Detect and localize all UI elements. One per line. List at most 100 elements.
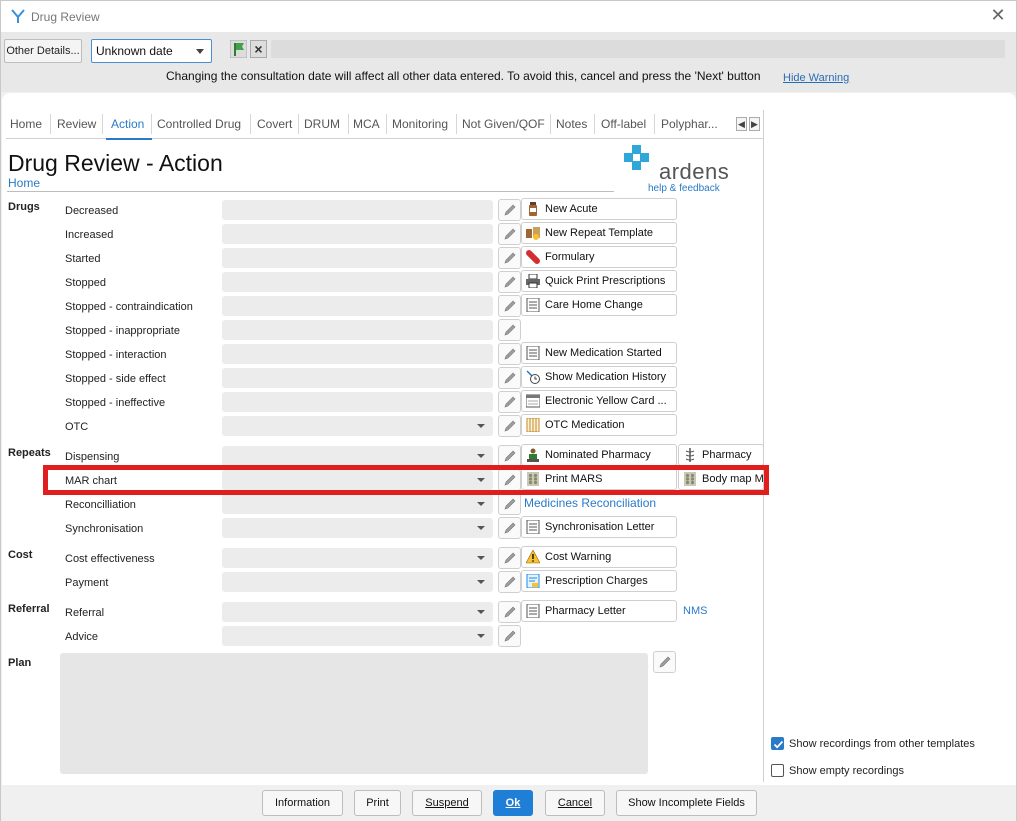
dispensing-dropdown[interactable]: [222, 446, 493, 466]
started-field[interactable]: [222, 248, 493, 268]
pencil-icon[interactable]: [498, 571, 521, 593]
stopped-field[interactable]: [222, 272, 493, 292]
chevron-down-icon: [477, 502, 485, 506]
clear-date-icon[interactable]: ×: [250, 40, 267, 58]
document-icon: [526, 298, 540, 312]
tab-home[interactable]: Home: [10, 117, 42, 131]
referral-dropdown[interactable]: [222, 602, 493, 622]
help-feedback-link[interactable]: help & feedback: [648, 183, 720, 194]
pencil-icon[interactable]: [498, 601, 521, 623]
pencil-icon[interactable]: [498, 343, 521, 365]
pencil-icon[interactable]: [498, 517, 521, 539]
medicine-repeat-icon: [526, 227, 540, 240]
new-repeat-template-button[interactable]: New Repeat Template: [521, 222, 677, 244]
stopped-ineffective-field[interactable]: [222, 392, 493, 412]
care-home-change-button[interactable]: Care Home Change: [521, 294, 677, 316]
other-details-button[interactable]: Other Details...: [4, 39, 82, 63]
caduceus-icon: [685, 448, 695, 462]
hide-warning-link[interactable]: Hide Warning: [783, 72, 849, 84]
consultation-date-select[interactable]: Unknown date: [91, 39, 212, 63]
otc-dropdown[interactable]: [222, 416, 493, 436]
tab-scroll-left-icon[interactable]: ◀: [736, 117, 747, 131]
pharmacy-person-icon: [527, 448, 539, 462]
pencil-icon[interactable]: [498, 625, 521, 647]
pharmacy-button[interactable]: Pharmacy: [678, 444, 764, 466]
pencil-icon[interactable]: [653, 651, 676, 673]
chevron-down-icon: [477, 580, 485, 584]
ok-button[interactable]: Ok: [493, 790, 533, 816]
pencil-icon[interactable]: [498, 445, 521, 467]
close-icon[interactable]: ✕: [989, 6, 1007, 24]
information-button[interactable]: Information: [262, 790, 343, 816]
advice-dropdown[interactable]: [222, 626, 493, 646]
quick-print-prescriptions-button[interactable]: Quick Print Prescriptions: [521, 270, 677, 292]
medicines-reconciliation-link[interactable]: Medicines Reconciliation: [524, 496, 656, 510]
stopped-interaction-field[interactable]: [222, 344, 493, 364]
tab-review[interactable]: Review: [57, 117, 96, 131]
chevron-down-icon: [477, 454, 485, 458]
pill-icon: [526, 250, 540, 264]
cost-effectiveness-dropdown[interactable]: [222, 548, 493, 568]
show-empty-recordings-checkbox[interactable]: [771, 764, 784, 777]
decreased-field[interactable]: [222, 200, 493, 220]
tab-notes[interactable]: Notes: [556, 117, 587, 131]
print-button[interactable]: Print: [354, 790, 401, 816]
tab-separator: [151, 114, 152, 134]
tab-off-label[interactable]: Off-label: [601, 117, 646, 131]
tab-separator: [102, 114, 103, 134]
pencil-icon[interactable]: [498, 247, 521, 269]
synchronisation-dropdown[interactable]: [222, 518, 493, 538]
otc-medication-button[interactable]: OTC Medication: [521, 414, 677, 436]
stopped-side-effect-field[interactable]: [222, 368, 493, 388]
tab-not-given-qof[interactable]: Not Given/QOF: [462, 117, 545, 131]
home-link[interactable]: Home: [8, 176, 40, 190]
electronic-yellow-card-button[interactable]: Electronic Yellow Card ...: [521, 390, 677, 412]
tab-action[interactable]: Action: [111, 117, 144, 131]
prescription-charges-button[interactable]: Prescription Charges: [521, 570, 677, 592]
checkmark-icon: [773, 740, 784, 749]
show-other-templates-checkbox[interactable]: [771, 737, 784, 750]
pencil-icon[interactable]: [498, 199, 521, 221]
nominated-pharmacy-button[interactable]: Nominated Pharmacy: [521, 444, 677, 466]
tab-mca[interactable]: MCA: [353, 117, 380, 131]
formulary-button[interactable]: Formulary: [521, 246, 677, 268]
stopped-contraindication-field[interactable]: [222, 296, 493, 316]
suspend-button[interactable]: Suspend: [412, 790, 482, 816]
section-drugs: Drugs: [8, 201, 40, 213]
row-label-dispensing: Dispensing: [65, 451, 120, 463]
pencil-icon[interactable]: [498, 547, 521, 569]
plan-textarea[interactable]: [60, 653, 648, 774]
tab-covert[interactable]: Covert: [257, 117, 292, 131]
date-warning-text: Changing the consultation date will affe…: [166, 69, 761, 83]
stopped-inappropriate-field[interactable]: [222, 320, 493, 340]
cancel-button[interactable]: Cancel: [545, 790, 605, 816]
payment-dropdown[interactable]: [222, 572, 493, 592]
pencil-icon[interactable]: [498, 319, 521, 341]
tab-scroll-right-icon[interactable]: ▶: [749, 117, 760, 131]
show-medication-history-button[interactable]: Show Medication History: [521, 366, 677, 388]
tab-strip: Home Review Action Controlled Drug Cover…: [6, 110, 764, 140]
new-medication-started-button[interactable]: New Medication Started: [521, 342, 677, 364]
show-incomplete-fields-button[interactable]: Show Incomplete Fields: [616, 790, 757, 816]
prescription-form-icon: [526, 574, 540, 588]
increased-field[interactable]: [222, 224, 493, 244]
pencil-icon[interactable]: [498, 415, 521, 437]
pencil-icon[interactable]: [498, 271, 521, 293]
reconcilliation-dropdown[interactable]: [222, 494, 493, 514]
pencil-icon[interactable]: [498, 391, 521, 413]
pencil-icon[interactable]: [498, 295, 521, 317]
nms-link[interactable]: NMS: [683, 605, 707, 617]
tab-monitoring[interactable]: Monitoring: [392, 117, 448, 131]
cost-warning-button[interactable]: Cost Warning: [521, 546, 677, 568]
new-acute-button[interactable]: New Acute: [521, 198, 677, 220]
pencil-icon[interactable]: [498, 367, 521, 389]
tab-controlled-drug[interactable]: Controlled Drug: [157, 117, 241, 131]
flag-icon[interactable]: [230, 40, 247, 58]
pharmacy-letter-button[interactable]: Pharmacy Letter: [521, 600, 677, 622]
pencil-icon[interactable]: [498, 493, 521, 515]
tab-drum[interactable]: DRUM: [304, 117, 340, 131]
tab-polypharmacy[interactable]: Polyphar...: [661, 117, 718, 131]
synchronisation-letter-button[interactable]: Synchronisation Letter: [521, 516, 677, 538]
consultation-toolbar: Other Details... Unknown date × Changing…: [1, 32, 1016, 92]
pencil-icon[interactable]: [498, 223, 521, 245]
